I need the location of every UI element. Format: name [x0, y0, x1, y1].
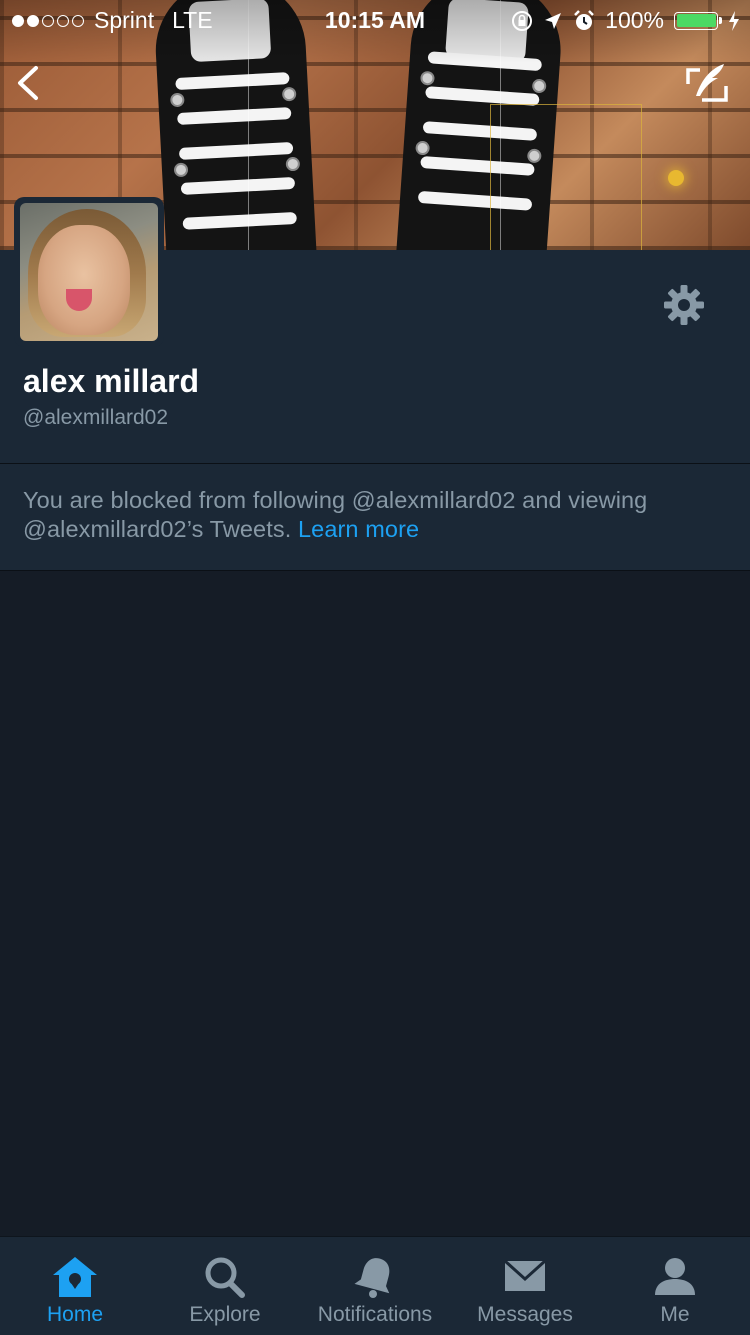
compose-quill-icon	[686, 64, 728, 102]
gear-icon	[664, 285, 704, 325]
settings-button[interactable]	[662, 283, 706, 327]
battery-icon	[674, 11, 722, 30]
tab-me-label: Me	[660, 1303, 690, 1326]
location-icon	[545, 12, 562, 29]
tab-messages[interactable]: Messages	[450, 1237, 600, 1335]
bell-icon	[354, 1258, 390, 1298]
status-bar: Sprint LTE 10:15 AM 100%	[0, 0, 750, 40]
tab-explore-label: Explore	[189, 1303, 261, 1326]
tab-bar: Home Explore Notifications Messages Me	[0, 1236, 750, 1335]
profile-avatar[interactable]	[14, 197, 164, 347]
alarm-icon	[574, 9, 595, 30]
tab-messages-label: Messages	[477, 1303, 573, 1326]
rotation-lock-icon	[512, 10, 533, 31]
battery-percent: 100%	[605, 7, 664, 33]
charging-bolt-icon	[729, 10, 739, 31]
compose-tweet-button[interactable]	[682, 60, 732, 110]
chevron-left-icon	[18, 66, 38, 100]
tab-notifications-label: Notifications	[317, 1303, 433, 1326]
profile-display-name: alex millard	[23, 363, 200, 399]
home-icon	[53, 1257, 97, 1297]
learn-more-link[interactable]: Learn more	[298, 516, 419, 542]
tab-explore[interactable]: Explore	[150, 1237, 300, 1335]
avatar-photo	[20, 203, 158, 341]
tab-me[interactable]: Me	[600, 1237, 750, 1335]
tab-home-label: Home	[46, 1303, 104, 1326]
person-icon	[655, 1258, 695, 1295]
tab-notifications[interactable]: Notifications	[300, 1237, 450, 1335]
search-icon	[205, 1257, 245, 1298]
tab-home[interactable]: Home	[0, 1237, 150, 1335]
back-button[interactable]	[10, 60, 50, 106]
profile-handle: @alexmillard02	[23, 406, 169, 429]
blocked-notice: You are blocked from following @alexmill…	[0, 464, 750, 571]
envelope-icon	[503, 1259, 547, 1291]
